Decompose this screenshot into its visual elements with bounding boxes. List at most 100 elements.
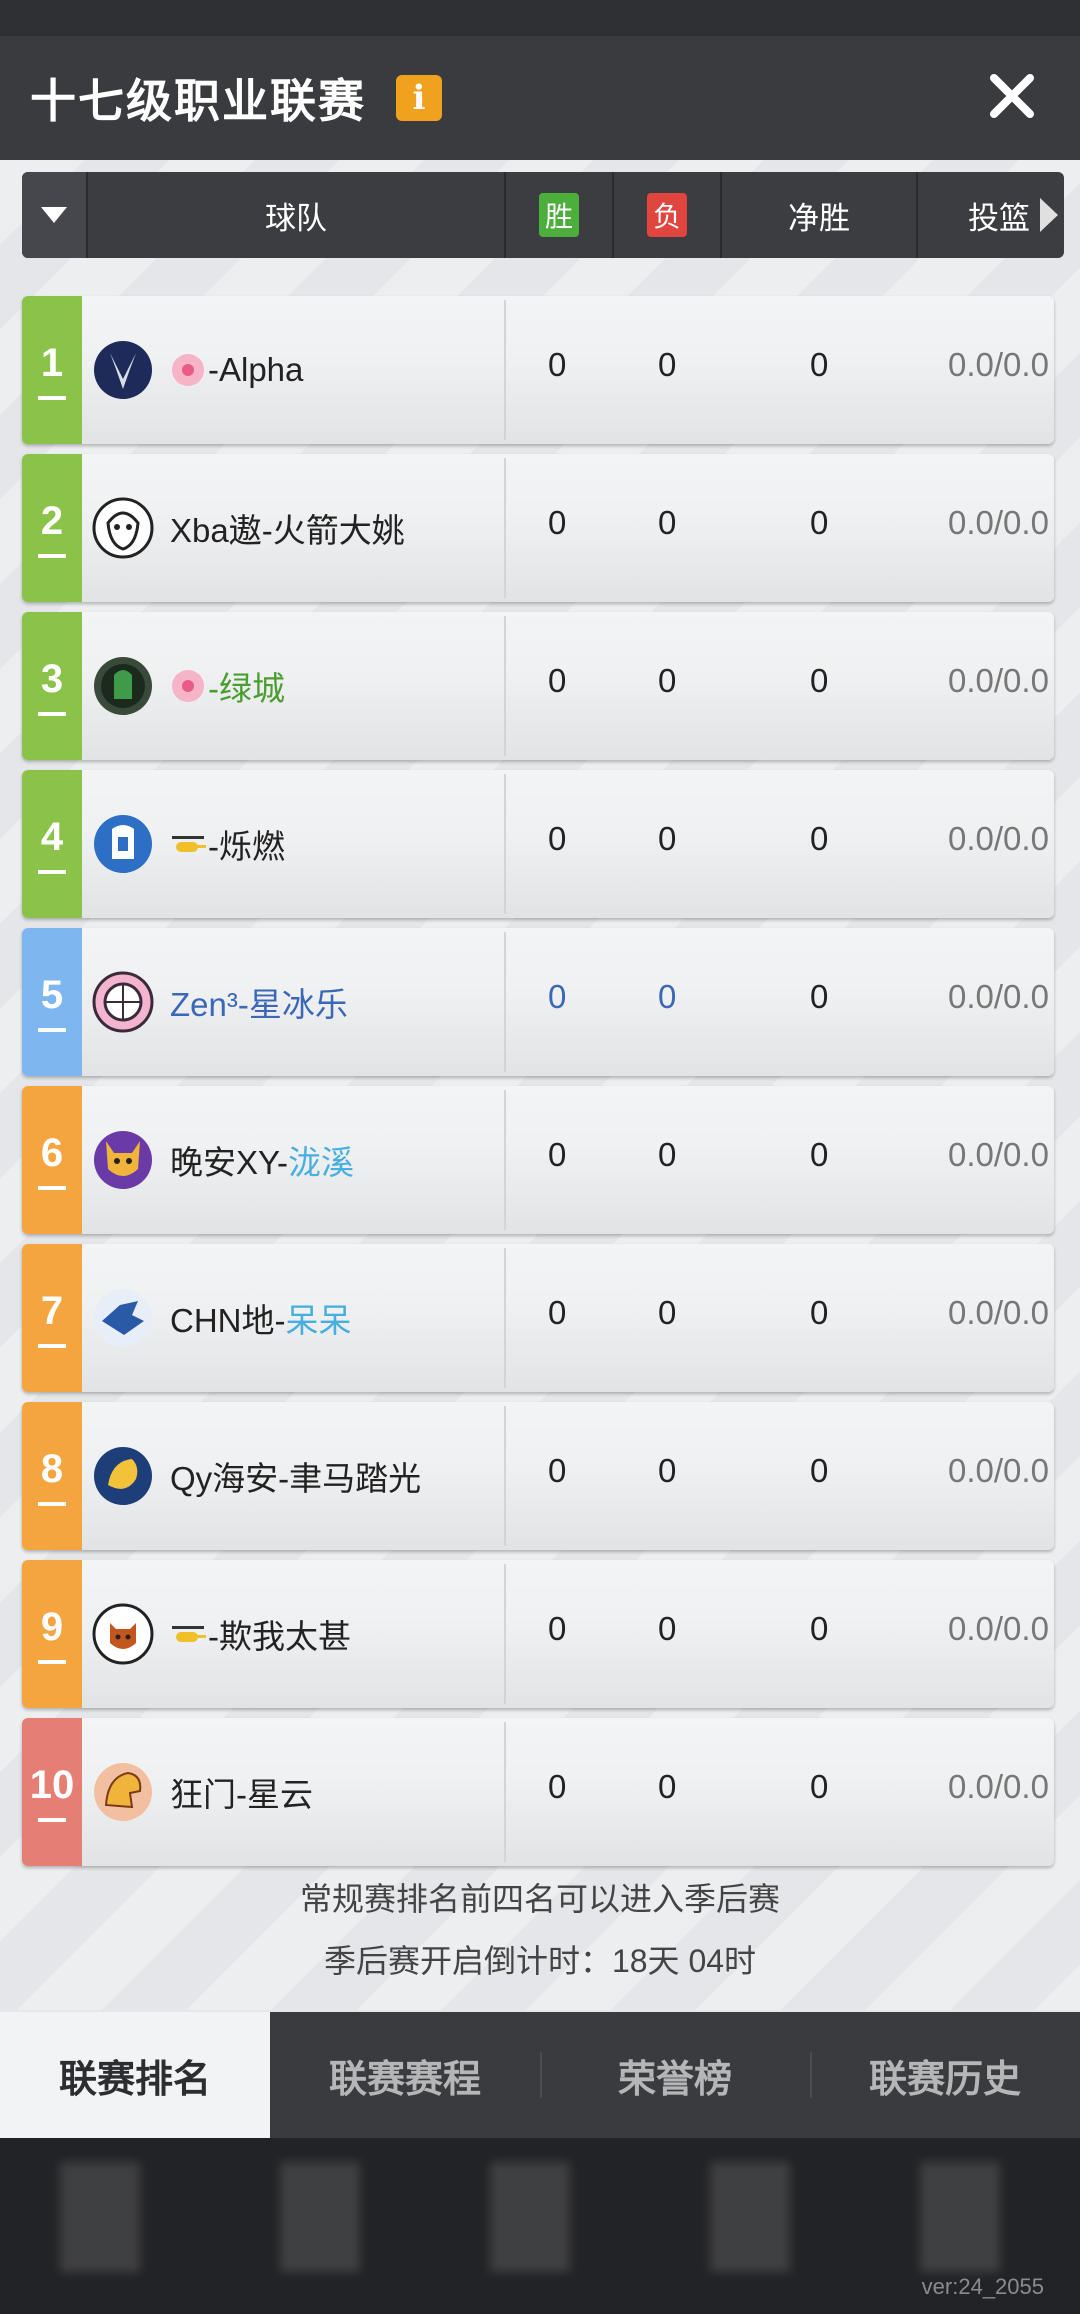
wins-value: 0 — [548, 1136, 567, 1173]
team-name-cell: 晚安XY- 泷溪 — [170, 1136, 470, 1184]
team-name-cell: Zen³-星冰乐 — [170, 978, 470, 1026]
blurred-nav-icon — [710, 2162, 790, 2272]
losses-value: 0 — [658, 820, 677, 857]
col-loss[interactable]: 负 — [612, 172, 720, 258]
rank-number: 2 — [40, 498, 64, 543]
knight-logo — [94, 815, 152, 873]
net-wins-value: 0 — [810, 504, 829, 541]
wins-value: 0 — [548, 1452, 567, 1489]
shooting-value: 0.0/0.0 — [948, 662, 1049, 699]
team-name-suffix: 呆呆 — [285, 1302, 352, 1339]
losses-value: 0 — [658, 1136, 677, 1173]
blurred-nav-icon — [280, 2162, 360, 2272]
rank-badge: 8 — [22, 1402, 82, 1550]
dino-logo — [94, 1763, 152, 1821]
rank-badge: 5 — [22, 928, 82, 1076]
playoff-note: 常规赛排名前四名可以进入季后赛 — [299, 1881, 780, 1917]
net-wins-value: 0 — [810, 1610, 829, 1647]
sakura-icon — [172, 670, 204, 702]
table-row[interactable]: 6 晚安XY- 泷溪 0 0 0 0.0/0.0 — [22, 1086, 1054, 1234]
losses-value: 0 — [658, 978, 677, 1015]
tab-honor-board[interactable]: 荣誉榜 — [540, 2012, 810, 2138]
table-row[interactable]: 2 Xba遨-火箭大姚 0 0 0 0.0/0.0 — [22, 454, 1054, 602]
caret-down-icon — [41, 207, 67, 223]
team-name-cell: -欺我太甚 — [170, 1610, 470, 1658]
blurred-nav-icon — [490, 2162, 570, 2272]
team-name: Xba遨-火箭大姚 — [170, 512, 405, 549]
sort-toggle[interactable] — [22, 172, 86, 258]
shooting-value: 0.0/0.0 — [948, 1294, 1049, 1331]
table-row[interactable]: 4 -烁燃 0 0 0 0.0/0.0 — [22, 770, 1054, 918]
column-divider — [504, 1090, 506, 1230]
column-divider — [504, 932, 506, 1072]
rank-number: 9 — [40, 1604, 64, 1649]
standings-panel: 球队 胜 负 净胜 投篮 1 -Alpha 0 0 0 0.0/0.0 2 Xb… — [0, 160, 1080, 2010]
net-wins-value: 0 — [810, 1768, 829, 1805]
wins-value: 0 — [548, 504, 567, 541]
rank-change-icon — [38, 1501, 66, 1506]
tab-divider — [810, 2052, 812, 2098]
team-name: -欺我太甚 — [208, 1618, 351, 1655]
dialog-header: 十七级职业联赛 i — [0, 36, 1080, 160]
wins-value: 0 — [548, 1294, 567, 1331]
col-team[interactable]: 球队 — [86, 172, 504, 258]
shooting-value: 0.0/0.0 — [948, 978, 1049, 1015]
col-shot[interactable]: 投篮 — [916, 172, 1064, 258]
losses-value: 0 — [658, 1294, 677, 1331]
rank-badge: 9 — [22, 1560, 82, 1708]
rank-badge: 2 — [22, 454, 82, 602]
table-row[interactable]: 9 -欺我太甚 0 0 0 0.0/0.0 — [22, 1560, 1054, 1708]
ball-logo — [92, 971, 154, 1033]
tab-divider — [540, 2052, 542, 2098]
col-net[interactable]: 净胜 — [720, 172, 916, 258]
column-divider — [504, 616, 506, 756]
rank-number: 4 — [40, 814, 64, 859]
team-name: 晚安XY- — [170, 1144, 288, 1181]
win-badge: 胜 — [538, 193, 579, 237]
col-win[interactable]: 胜 — [504, 172, 612, 258]
shooting-value: 0.0/0.0 — [948, 504, 1049, 541]
rank-badge: 1 — [22, 296, 82, 444]
rank-change-icon — [38, 1659, 66, 1664]
wins-value: 0 — [548, 1610, 567, 1647]
status-strip — [0, 0, 1080, 36]
rank-number: 1 — [40, 340, 64, 385]
table-row[interactable]: 8 Qy海安-聿马踏光 0 0 0 0.0/0.0 — [22, 1402, 1054, 1550]
info-icon[interactable]: i — [396, 75, 442, 121]
loss-badge: 负 — [646, 193, 687, 237]
tab-league-history[interactable]: 联赛历史 — [810, 2012, 1080, 2138]
demon-logo — [94, 1131, 152, 1189]
team-name: Zen³-星冰乐 — [170, 986, 348, 1023]
col-shot-label: 投篮 — [968, 200, 1030, 236]
table-row[interactable]: 1 -Alpha 0 0 0 0.0/0.0 — [22, 296, 1054, 444]
rank-change-icon — [38, 1185, 66, 1190]
table-row[interactable]: 7 CHN地- 呆呆 0 0 0 0.0/0.0 — [22, 1244, 1054, 1392]
table-row[interactable]: 3 -绿城 0 0 0 0.0/0.0 — [22, 612, 1054, 760]
rank-badge: 10 — [22, 1718, 82, 1866]
tab-label: 联赛历史 — [868, 2058, 1021, 2101]
blurred-nav-icon — [920, 2162, 1000, 2272]
rank-number: 3 — [40, 656, 64, 701]
team-name-cell: -绿城 — [170, 662, 470, 710]
tab-league-schedule[interactable]: 联赛赛程 — [270, 2012, 540, 2138]
table-row[interactable]: 5 Zen³-星冰乐 0 0 0 0.0/0.0 — [22, 928, 1054, 1076]
team-name-cell: Qy海安-聿马踏光 — [170, 1452, 470, 1500]
team-name-cell: 狂门-星云 — [170, 1768, 470, 1816]
net-wins-value: 0 — [810, 1294, 829, 1331]
tab-league-ranking[interactable]: 联赛排名 — [0, 2012, 270, 2138]
team-name: Qy海安-聿马踏光 — [170, 1460, 422, 1497]
rank-change-icon — [38, 1027, 66, 1032]
tab-label: 荣誉榜 — [617, 2058, 732, 2101]
team-name: -绿城 — [208, 670, 285, 707]
wins-value: 0 — [548, 978, 567, 1015]
close-icon[interactable] — [982, 66, 1042, 126]
standings-list: 1 -Alpha 0 0 0 0.0/0.0 2 Xba遨-火箭大姚 0 0 0… — [22, 296, 1054, 1876]
table-row[interactable]: 10 狂门-星云 0 0 0 0.0/0.0 — [22, 1718, 1054, 1866]
column-divider — [504, 300, 506, 440]
rank-number: 6 — [40, 1130, 64, 1175]
wins-value: 0 — [548, 1768, 567, 1805]
losses-value: 0 — [658, 662, 677, 699]
scroll-right-icon[interactable] — [1038, 198, 1058, 232]
rank-badge: 4 — [22, 770, 82, 918]
wins-value: 0 — [548, 662, 567, 699]
